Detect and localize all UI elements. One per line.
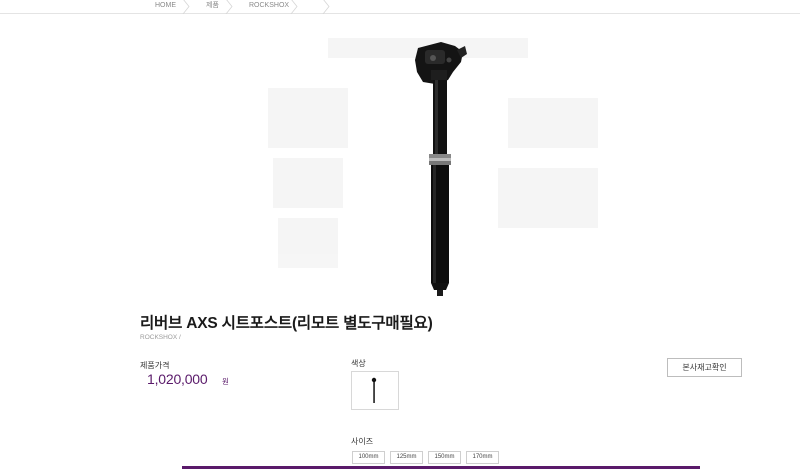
product-brand-path: ROCKSHOX / — [140, 334, 181, 341]
color-swatch[interactable] — [351, 371, 399, 410]
product-image — [258, 28, 624, 306]
breadcrumb-separator-icon — [290, 0, 298, 14]
breadcrumb: HOME 제품 ROCKSHOX — [0, 0, 800, 14]
size-label: 사이즈 — [351, 437, 374, 446]
breadcrumb-home[interactable]: HOME — [155, 0, 176, 13]
size-option-125mm[interactable]: 125mm — [390, 451, 423, 464]
breadcrumb-separator-icon — [322, 0, 330, 14]
breadcrumb-separator-icon — [182, 0, 190, 14]
stock-check-button[interactable]: 본사재고확인 — [667, 358, 742, 377]
seatpost-illustration — [415, 42, 467, 296]
seatpost-thumbnail-icon — [371, 377, 377, 403]
product-title: 리버브 AXS 시트포스트(리모트 별도구매필요) — [140, 315, 433, 332]
breadcrumb-separator-icon — [225, 0, 233, 14]
breadcrumb-products[interactable]: 제품 — [206, 0, 219, 13]
size-option-100mm[interactable]: 100mm — [352, 451, 385, 464]
color-label: 색상 — [351, 359, 366, 368]
size-option-150mm[interactable]: 150mm — [428, 451, 461, 464]
breadcrumb-rockshox[interactable]: ROCKSHOX — [249, 0, 289, 13]
price-label: 제품가격 — [140, 361, 170, 370]
price-value: 1,020,000 — [147, 371, 208, 387]
price-unit: 원 — [222, 377, 229, 386]
size-option-170mm[interactable]: 170mm — [466, 451, 499, 464]
